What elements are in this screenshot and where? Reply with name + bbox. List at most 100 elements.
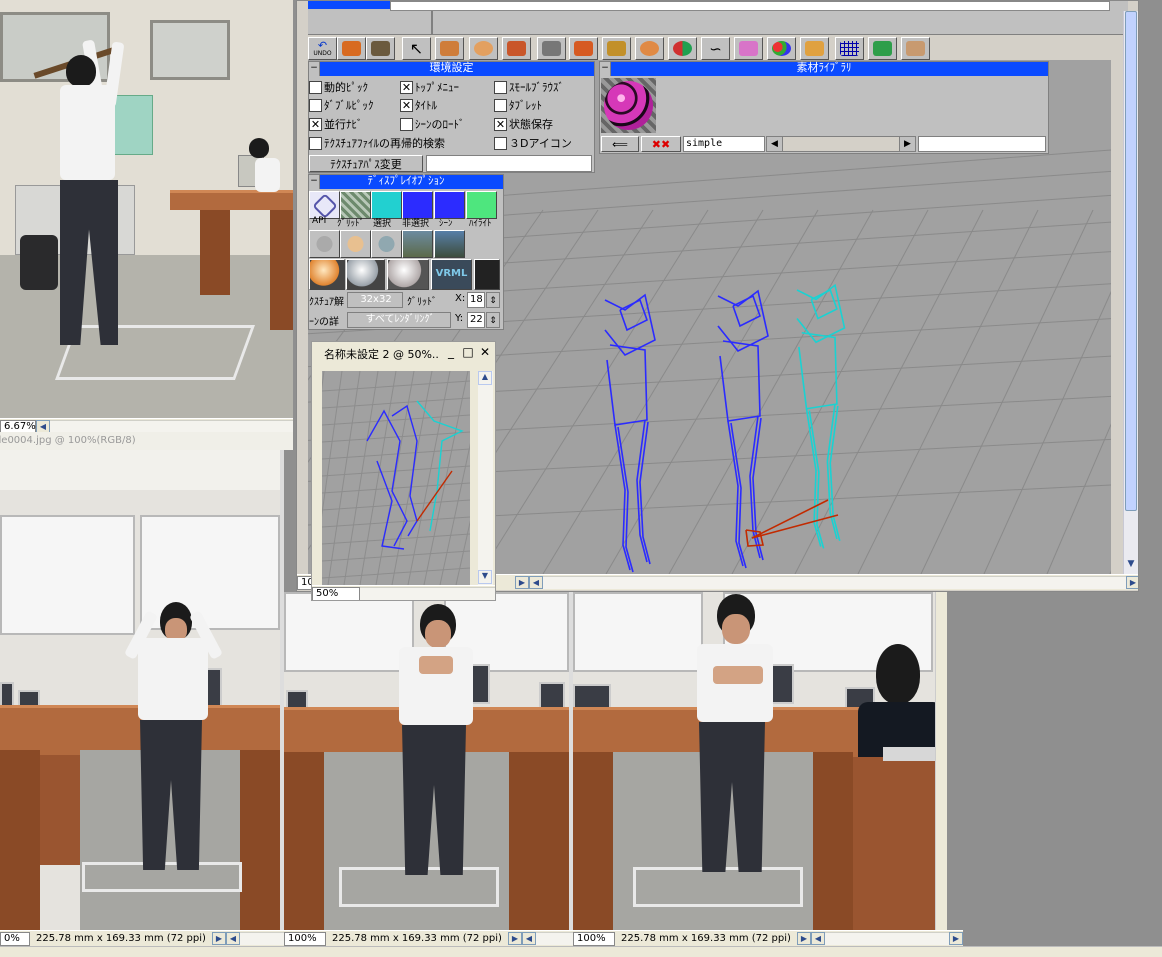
preview-viewport[interactable]: [322, 371, 470, 585]
material-prev-button[interactable]: ⟸: [601, 136, 639, 152]
select-tool-button[interactable]: ↖: [402, 37, 431, 60]
checkbox-dynamic-pick[interactable]: 動的ﾋﾟｯｸ: [309, 79, 368, 95]
middle-photo[interactable]: [284, 592, 569, 930]
grid-color-button[interactable]: [340, 191, 371, 219]
objects-tool-button[interactable]: [767, 37, 796, 60]
menu-arrow-button[interactable]: ▶: [507, 932, 522, 945]
checkbox-parallel-nav[interactable]: ✕ 並行ﾅﾋﾞ: [309, 116, 363, 132]
material-swatch[interactable]: [601, 78, 656, 133]
highlight-color-button[interactable]: [466, 191, 497, 219]
checkbox-scene-load[interactable]: ｼｰﾝのﾛｰﾄﾞ: [400, 116, 465, 132]
maximize-icon[interactable]: □: [461, 346, 475, 360]
zoom-field[interactable]: 50%: [312, 586, 360, 600]
display-options-titlebar[interactable]: − ﾃﾞｨｽﾌﾟﾚｲｵﾌﾟｼｮﾝ: [309, 175, 503, 189]
render-dark-button[interactable]: [474, 259, 500, 290]
sphere-primitive-button[interactable]: [635, 37, 664, 60]
render-marble-button[interactable]: [387, 259, 429, 290]
box-primitive-button[interactable]: [569, 37, 598, 60]
background-image-button[interactable]: [402, 230, 433, 258]
texture-tool-button[interactable]: [800, 37, 829, 60]
scroll-right-icon[interactable]: ▶: [899, 137, 915, 151]
checkbox-double-pick[interactable]: ﾀﾞﾌﾞﾙﾋﾟｯｸ: [309, 97, 374, 113]
move-tool-button[interactable]: [435, 37, 464, 60]
env-settings-titlebar[interactable]: − 環境設定: [309, 62, 594, 76]
texture-path-button[interactable]: ﾃｸｽﾁｭｱﾊﾟｽ変更: [309, 155, 423, 172]
render-gray-button[interactable]: [346, 259, 385, 290]
checkbox-save-state[interactable]: ✕ 状態保存: [494, 116, 553, 132]
menu-arrow-button[interactable]: ▶: [515, 576, 529, 589]
minimize-icon[interactable]: −: [309, 62, 320, 76]
checkbox-tablet[interactable]: ﾀﾌﾞﾚｯﾄ: [494, 97, 542, 113]
scroll-right-button[interactable]: ▶: [1126, 576, 1138, 589]
grid-toggle-button[interactable]: [835, 37, 864, 60]
mesh-tool-button[interactable]: [537, 37, 566, 60]
scene-color-button[interactable]: [434, 191, 465, 219]
close-icon[interactable]: ✕: [478, 346, 492, 360]
box-tool-button[interactable]: [337, 37, 366, 60]
sky-image-button[interactable]: [434, 230, 465, 258]
h-scrollbar[interactable]: [360, 587, 495, 600]
checkbox-3d-icon[interactable]: ３Dアイコン: [494, 135, 572, 151]
render-orange-button[interactable]: [309, 259, 345, 290]
menu-arrow-button[interactable]: ▶: [796, 932, 811, 945]
checkbox-top-menu[interactable]: ✕ ﾄｯﾌﾟﾒﾆｭｰ: [400, 79, 459, 95]
preview-v-scrollbar[interactable]: ▲ ▼: [478, 371, 493, 585]
tools-button[interactable]: [901, 37, 930, 60]
grid-x-stepper-icon[interactable]: ⇕: [486, 292, 500, 308]
material-library-titlebar[interactable]: − 素材ﾗｲﾌﾞﾗﾘ: [600, 62, 1048, 76]
zoom-field[interactable]: 100%: [284, 931, 326, 946]
top-menu-bar[interactable]: [308, 1, 390, 9]
scene-detail-field[interactable]: すべてﾚﾝﾀﾞﾘﾝｸﾞ: [347, 312, 451, 328]
zoom-field[interactable]: 100%: [573, 931, 615, 946]
checkbox-title[interactable]: ✕ ﾀｲﾄﾙ: [400, 97, 437, 113]
scale-tool-button[interactable]: [502, 37, 531, 60]
right-photo[interactable]: [573, 592, 947, 930]
shade-texture-button[interactable]: [340, 230, 371, 258]
grid-x-field[interactable]: 18: [467, 292, 485, 308]
material-delete-button[interactable]: ✖✖: [641, 136, 681, 152]
scroll-left-button[interactable]: ◀: [529, 576, 543, 589]
library-search-field[interactable]: [918, 136, 1046, 152]
h-scrollbar[interactable]: [824, 932, 949, 945]
scroll-left-button[interactable]: ◀: [225, 932, 240, 945]
scroll-right-button[interactable]: ▶: [949, 932, 963, 945]
terrain-tool-button[interactable]: [868, 37, 897, 60]
library-scrollbar[interactable]: ◀ ▶: [766, 136, 916, 152]
texture-path-field[interactable]: [426, 155, 592, 172]
scroll-down-button[interactable]: ▼: [478, 570, 492, 584]
rotate-tool-button[interactable]: [469, 37, 498, 60]
shade-flat-button[interactable]: [371, 230, 402, 258]
camera-tool-button[interactable]: [366, 37, 395, 60]
checkbox-small-browse[interactable]: ｽﾓｰﾙﾌﾞﾗｳｽﾞ: [494, 79, 564, 95]
h-scrollbar[interactable]: [239, 932, 284, 945]
plane-primitive-button[interactable]: [602, 37, 631, 60]
bottom-left-photo[interactable]: [0, 450, 280, 930]
selected-color-button[interactable]: [371, 191, 402, 219]
shade-smooth-button[interactable]: [309, 230, 340, 258]
unselected-color-button[interactable]: [402, 191, 433, 219]
grid-y-stepper-icon[interactable]: ⇕: [486, 312, 500, 328]
zoom-field[interactable]: 0%: [0, 931, 30, 946]
curve-tool-button[interactable]: ∽: [701, 37, 730, 60]
h-scrollbar[interactable]: [535, 932, 573, 945]
material-button[interactable]: [668, 37, 697, 60]
scroll-left-button[interactable]: ◀: [521, 932, 536, 945]
h-scrollbar[interactable]: [543, 576, 1126, 589]
scroll-left-button[interactable]: ◀: [810, 932, 825, 945]
grid-y-field[interactable]: 22: [467, 312, 485, 328]
minimize-icon[interactable]: −: [309, 175, 320, 189]
texture-resolution-field[interactable]: 32x32: [347, 292, 403, 308]
top-left-photo[interactable]: [0, 0, 293, 418]
scroll-left-icon[interactable]: ◀: [767, 137, 783, 151]
minimize-icon[interactable]: _: [444, 346, 458, 360]
paint-tool-button[interactable]: [734, 37, 763, 60]
minimize-icon[interactable]: −: [600, 62, 611, 76]
api-button[interactable]: [309, 191, 340, 219]
preview-titlebar[interactable]: 名称未設定 2 @ 50%... _ □ ✕: [312, 342, 495, 364]
library-name-field[interactable]: simple: [683, 136, 765, 152]
vrml-button[interactable]: VRML: [431, 259, 472, 290]
scroll-down-button[interactable]: ▼: [1124, 559, 1138, 573]
checkbox-recursive-texture-search[interactable]: ﾃｸｽﾁｭｱﾌｧｲﾙの再帰的検索: [309, 135, 445, 151]
scroll-up-button[interactable]: ▲: [478, 371, 492, 385]
menu-arrow-button[interactable]: ▶: [211, 932, 226, 945]
